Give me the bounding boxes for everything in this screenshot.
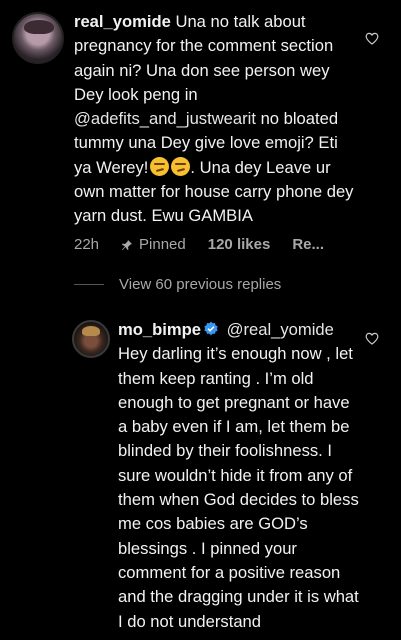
username[interactable]: mo_bimpe [118, 320, 201, 339]
likes-count[interactable]: 120 likes [208, 236, 271, 253]
comment-text: real_yomide Una no talk about pregnancy … [74, 10, 354, 229]
username[interactable]: real_yomide [74, 12, 171, 31]
view-replies-label: View 60 previous replies [119, 276, 282, 293]
comment-body: Hey darling it’s enough now , let them k… [118, 344, 359, 631]
timestamp: 22h [74, 236, 100, 253]
mention-link[interactable]: @real_yomide [227, 320, 334, 339]
reply-button[interactable]: Re... [292, 236, 324, 253]
verified-badge-icon [203, 321, 219, 337]
pin-icon [122, 239, 133, 250]
divider [74, 284, 104, 285]
comment-meta: 22h Pinned 120 likes Re... [74, 236, 346, 253]
pinned-label: Pinned [139, 236, 186, 253]
pinned-indicator: Pinned [121, 236, 186, 253]
view-previous-replies[interactable]: View 60 previous replies [74, 276, 281, 293]
mention-link[interactable]: @adefits_and_justwearit [74, 109, 256, 128]
comment-text: mo_bimpe @real_yomide Hey darling it’s e… [118, 318, 363, 634]
heart-outline-icon[interactable] [365, 32, 379, 45]
smirk-emoji-icon [150, 156, 170, 176]
avatar[interactable] [12, 12, 64, 64]
heart-outline-icon[interactable] [365, 332, 379, 345]
avatar[interactable] [72, 320, 110, 358]
smirk-emoji-icon [171, 156, 191, 176]
